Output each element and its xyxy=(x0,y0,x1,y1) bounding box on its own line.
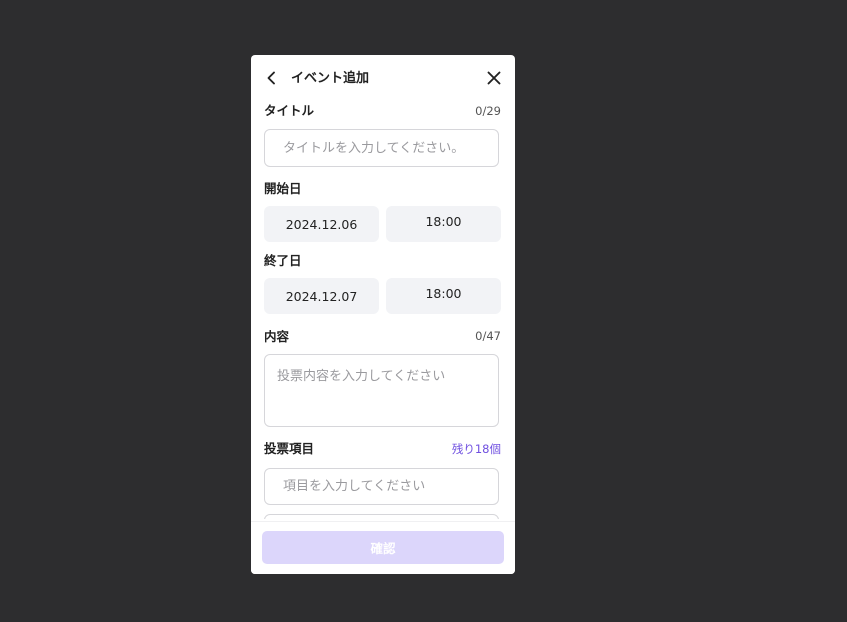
end-time-value: 18:00 xyxy=(425,286,462,301)
confirm-button[interactable]: 確認 xyxy=(262,531,504,564)
end-date-label: 終了日 xyxy=(264,253,302,268)
end-time-picker[interactable]: 18:00 xyxy=(386,278,501,314)
modal-footer: 確認 xyxy=(251,521,515,574)
start-time-picker[interactable]: 18:00 xyxy=(386,206,501,242)
poll-items-remaining: 残り18個 xyxy=(451,442,501,456)
form-scroll-area[interactable]: タイトル 0/29 開始日 2024.12.06 18:00 終了日 2024.… xyxy=(251,99,515,519)
start-date-label: 開始日 xyxy=(264,181,302,196)
poll-items-label: 投票項目 xyxy=(264,441,315,456)
start-date-value: 2024.12.06 xyxy=(285,216,358,232)
close-button[interactable] xyxy=(485,69,503,87)
modal-title: イベント追加 xyxy=(291,71,370,86)
content-textarea[interactable] xyxy=(264,354,499,427)
content-char-counter: 0/47 xyxy=(475,329,501,343)
title-char-counter: 0/29 xyxy=(475,104,501,118)
chevron-left-icon xyxy=(267,71,275,85)
title-input[interactable] xyxy=(264,129,499,167)
close-icon xyxy=(487,71,501,85)
back-button[interactable] xyxy=(263,69,281,87)
end-date-value: 2024.12.07 xyxy=(285,288,358,304)
start-date-picker[interactable]: 2024.12.06 xyxy=(264,206,379,242)
start-time-value: 18:00 xyxy=(425,214,462,229)
poll-item-input-2[interactable] xyxy=(264,514,499,519)
poll-item-input[interactable] xyxy=(264,468,499,505)
end-date-picker[interactable]: 2024.12.07 xyxy=(264,278,379,314)
title-label: タイトル xyxy=(264,103,315,118)
add-event-modal: イベント追加 タイトル 0/29 開始日 2024.12.06 18:00 終了… xyxy=(251,55,515,574)
content-label: 内容 xyxy=(264,329,290,344)
modal-header: イベント追加 xyxy=(251,55,515,103)
